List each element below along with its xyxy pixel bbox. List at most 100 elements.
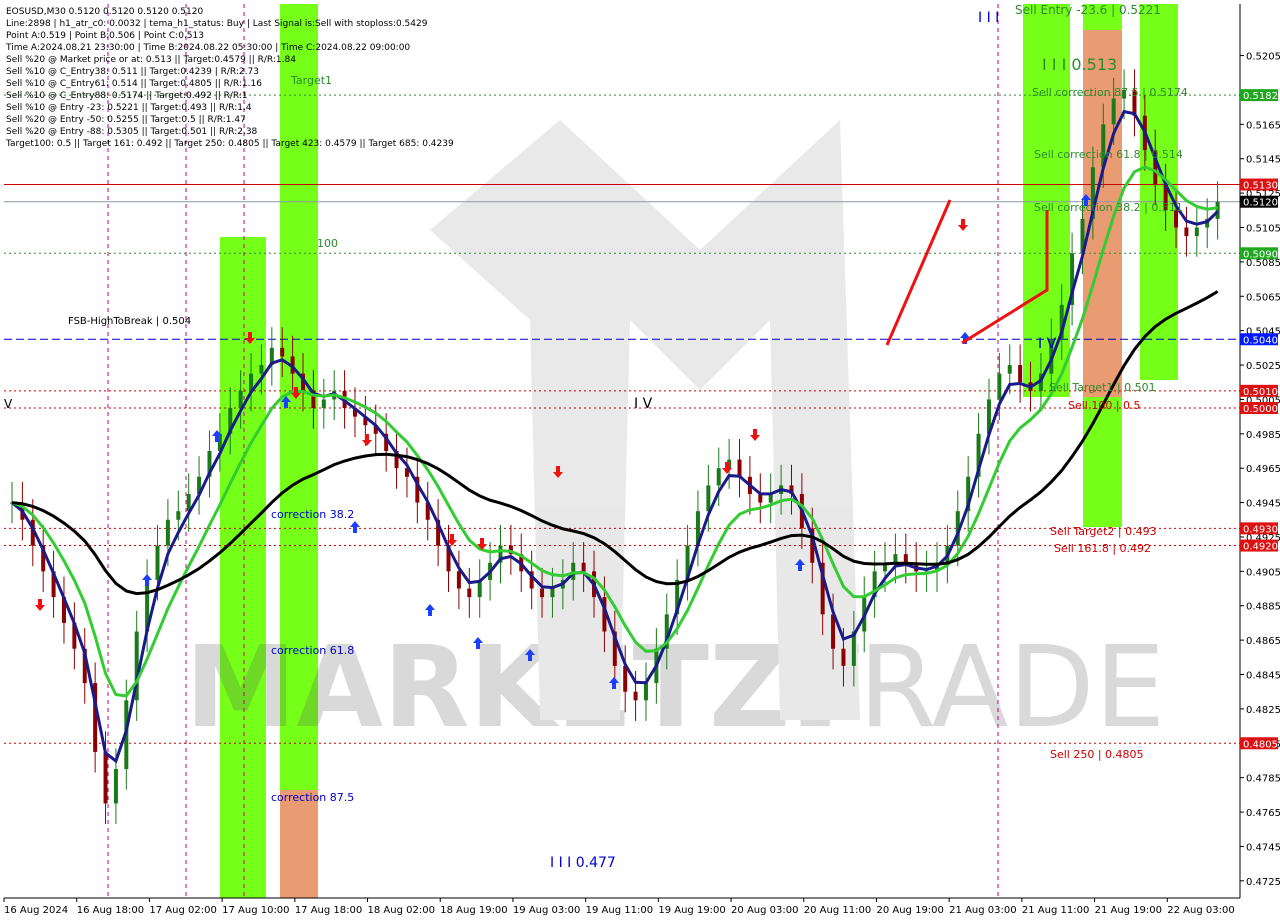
chart-annotation: Sell 161.8 | 0.492 xyxy=(1054,542,1151,555)
candle-body xyxy=(113,769,118,804)
price-tag-label: 0.5090 xyxy=(1243,249,1278,260)
chart-annotation: Sell 100 | 0.5 xyxy=(1068,399,1141,412)
x-tick-label: 20 Aug 03:00 xyxy=(731,905,798,916)
x-tick-label: 17 Aug 10:00 xyxy=(222,905,289,916)
candle-body xyxy=(633,691,638,701)
candle-body xyxy=(259,365,264,374)
candle-body xyxy=(321,399,326,409)
x-tick-label: 21 Aug 03:00 xyxy=(949,905,1016,916)
x-tick-label: 19 Aug 11:00 xyxy=(586,905,653,916)
price-tag-label: 0.5120 xyxy=(1243,198,1278,209)
price-tag-label: 0.5130 xyxy=(1243,181,1278,192)
y-tick-label: 0.4765 xyxy=(1246,808,1280,819)
header-line: Sell %20 @ Entry -50: 0.5255 || Target:0… xyxy=(6,115,246,125)
candle-body xyxy=(165,519,170,546)
candle-body xyxy=(1111,98,1116,125)
zone-band xyxy=(280,790,318,898)
header-line: Point A:0.519 | Point B:0.506 | Point C:… xyxy=(6,31,204,41)
chart-annotation: Sell 250 | 0.4805 xyxy=(1050,748,1144,761)
candle-body xyxy=(841,648,846,666)
header-line: Target100: 0.5 || Target 161: 0.492 || T… xyxy=(5,139,454,149)
chart-annotation: I I I 0.477 xyxy=(550,855,616,871)
price-tag-label: 0.5040 xyxy=(1243,335,1278,346)
y-tick-label: 0.4785 xyxy=(1246,774,1280,785)
candle-body xyxy=(893,554,898,563)
header-line: Time A:2024.08.21 23:30:00 | Time B:2024… xyxy=(5,43,410,53)
header-line: EOSUSD,M30 0.5120 0.5120 0.5120 0.5120 xyxy=(6,7,203,17)
zone-band xyxy=(1083,397,1122,527)
candle-body xyxy=(737,459,742,477)
candle-body xyxy=(467,588,472,598)
candle-body xyxy=(1194,227,1199,237)
watermark-left: MARKETZI xyxy=(185,623,832,753)
y-tick-label: 0.4985 xyxy=(1246,430,1280,441)
y-tick-label: 0.4825 xyxy=(1246,705,1280,716)
header-line: Sell %10 @ C_Entry61: 0.514 || Target:0.… xyxy=(6,79,262,89)
y-tick-label: 0.5065 xyxy=(1246,292,1280,303)
candle-body xyxy=(997,373,1002,400)
y-tick-label: 0.4865 xyxy=(1246,636,1280,647)
candle-body xyxy=(456,571,461,589)
chart-annotation: I I I xyxy=(978,10,999,26)
x-tick-label: 16 Aug 2024 xyxy=(4,905,68,916)
price-tag-label: 0.5000 xyxy=(1243,404,1278,415)
price-tag-label: 0.4920 xyxy=(1243,542,1278,553)
candle-body xyxy=(155,545,160,580)
header-line: Sell %20 @ Market price or at: 0.513 || … xyxy=(6,55,296,65)
y-tick-label: 0.4905 xyxy=(1246,567,1280,578)
candle-body xyxy=(581,562,586,572)
x-tick-label: 18 Aug 02:00 xyxy=(368,905,435,916)
price-tag-label: 0.4930 xyxy=(1243,524,1278,535)
x-tick-label: 22 Aug 03:00 xyxy=(1167,905,1234,916)
y-tick-label: 0.4945 xyxy=(1246,499,1280,510)
y-tick-label: 0.4725 xyxy=(1246,877,1280,888)
candle-body xyxy=(550,588,555,598)
chart-annotation: I V xyxy=(1038,336,1057,352)
price-tag-label: 0.4805 xyxy=(1243,739,1278,750)
candle-body xyxy=(903,554,908,563)
candle-body xyxy=(1215,201,1220,219)
y-tick-label: 0.5025 xyxy=(1246,361,1280,372)
x-tick-label: 21 Aug 19:00 xyxy=(1095,905,1162,916)
y-tick-label: 0.5145 xyxy=(1246,155,1280,166)
y-tick-label: 0.4845 xyxy=(1246,671,1280,682)
y-tick-label: 0.4965 xyxy=(1246,464,1280,475)
candle-body xyxy=(643,683,648,701)
chart-annotation: Target1 xyxy=(290,74,332,87)
y-tick-label: 0.4885 xyxy=(1246,602,1280,613)
chart-annotation: Sell correction 38.2 | 0.511 xyxy=(1034,201,1183,214)
x-tick-label: 18 Aug 19:00 xyxy=(440,905,507,916)
header-line: Line:2898 | h1_atr_c0: 0.0032 | tema_h1_… xyxy=(6,19,428,29)
candle-body xyxy=(716,468,721,486)
candle-body xyxy=(1018,365,1023,383)
chart-annotation: correction 38.2 xyxy=(271,508,354,521)
price-tag-label: 0.5010 xyxy=(1243,387,1278,398)
candle-body xyxy=(706,485,711,512)
chart-annotation: V xyxy=(4,397,13,411)
candle-body xyxy=(176,511,181,520)
chart-annotation: Sell Target1 | 0.501 xyxy=(1049,381,1156,394)
candle-body xyxy=(1007,365,1012,374)
x-tick-label: 20 Aug 11:00 xyxy=(804,905,871,916)
x-tick-label: 20 Aug 19:00 xyxy=(876,905,943,916)
zone-band xyxy=(220,237,266,898)
chart-annotation: Sell Entry -23.6 | 0.5221 xyxy=(1015,3,1161,17)
header-line: Sell %10 @ C_Entry38: 0.511 || Target:0.… xyxy=(6,67,259,77)
x-tick-label: 19 Aug 19:00 xyxy=(658,905,725,916)
y-tick-label: 0.5105 xyxy=(1246,224,1280,235)
header-line: Sell %10 @ Entry -23: 0.5221 || Target:0… xyxy=(6,103,252,113)
y-tick-label: 0.4745 xyxy=(1246,842,1280,853)
y-tick-label: 0.5165 xyxy=(1246,120,1280,131)
chart-svg: MARKETZI TRADE Sell Entry -23.6 | 0.5221… xyxy=(0,0,1280,920)
chart-annotation: correction 61.8 xyxy=(271,644,354,657)
chart-annotation: Sell correction 61.8 | 0.514 xyxy=(1034,148,1183,161)
chart-annotation: FSB-HighToBreak | 0.504 xyxy=(68,316,191,327)
x-tick-label: 17 Aug 02:00 xyxy=(149,905,216,916)
header-line: Sell %20 @ Entry -88: 0.5305 || Target:0… xyxy=(6,127,258,137)
x-tick-label: 17 Aug 18:00 xyxy=(295,905,362,916)
candle-body xyxy=(540,588,545,598)
candle-body xyxy=(103,751,108,804)
chart-annotation: I I I 0.513 xyxy=(1042,55,1117,74)
x-tick-label: 21 Aug 11:00 xyxy=(1022,905,1089,916)
candle-body xyxy=(280,347,285,357)
